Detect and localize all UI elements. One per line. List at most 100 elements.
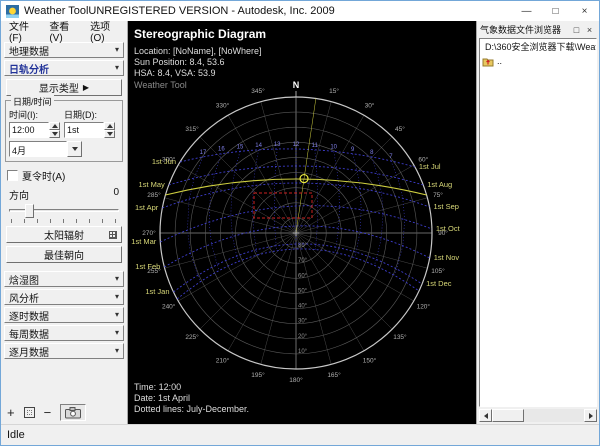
azimuth-line (200, 233, 296, 329)
minimize-button[interactable]: — (512, 1, 541, 21)
chevron-down-icon: ▾ (115, 275, 119, 283)
hour-label: 13 (274, 142, 281, 148)
menu-item[interactable]: 查看(V) (44, 16, 85, 46)
azimuth-label: 105° (431, 267, 445, 275)
arrow-right-icon (589, 413, 593, 419)
sidebar-section-sun-path[interactable]: 日轨分析 ▾ (4, 60, 124, 76)
orientation-value: 0 (113, 187, 119, 202)
scrollbar-thumb[interactable] (492, 409, 524, 422)
file-tree: D:\360安全浏览器下载\Weathe.. (479, 38, 597, 407)
scroll-left-button[interactable] (479, 409, 492, 422)
grid-icon (109, 231, 117, 239)
month-select[interactable]: 4月 (9, 141, 119, 157)
folder-up-icon (482, 55, 494, 67)
azimuth-label: 315° (185, 125, 199, 133)
azimuth-label: 210° (216, 356, 230, 364)
azimuth-label: 150° (363, 356, 377, 364)
collapsed-sections: 焓湿图 ▾ 风分析 ▾ 逐时数据▾ 每周数据▾ 逐月数据▾ (4, 271, 124, 359)
date-down-button[interactable] (104, 130, 115, 138)
orientation-slider-thumb[interactable] (25, 204, 34, 218)
camera-button[interactable] (60, 404, 86, 421)
date-label-left: 1st Feb (135, 262, 160, 271)
sidebar: 文件(F)查看(V)选项(O) 地理数据 ▾ 日轨分析 ▾ 显示类型 ▶ 日期/… (1, 21, 128, 424)
time-up-button[interactable] (49, 122, 60, 130)
solar-radiation-button[interactable]: 太阳辐射 (6, 226, 122, 243)
solar-radiation-label: 太阳辐射 (44, 227, 84, 242)
chevron-down-icon: ▾ (115, 46, 119, 54)
menu-item[interactable]: 选项(O) (85, 16, 127, 46)
section-label: 焓湿图 (9, 272, 39, 287)
orientation-slider[interactable] (9, 203, 119, 219)
maximize-button[interactable]: □ (541, 1, 570, 21)
diagram-footer: Time: 12:00Date: 1st AprilDotted lines: … (134, 382, 249, 415)
month-value: 4月 (9, 141, 67, 157)
dst-checkbox-row[interactable]: 夏令时(A) (7, 168, 122, 183)
hour-line (209, 154, 221, 271)
dst-checkbox[interactable] (7, 170, 18, 181)
azimuth-label: 345° (251, 87, 265, 95)
sidebar-section[interactable]: 每周数据▾ (4, 325, 124, 341)
datetime-group-title: 日期/时间 (11, 95, 54, 108)
tree-item-label: D:\360安全浏览器下载\Weathe (485, 40, 597, 53)
azimuth-line (296, 233, 331, 364)
sidebar-section[interactable]: 焓湿图 ▾ (4, 271, 124, 287)
azimuth-line (296, 198, 427, 233)
menu-bar: 文件(F)查看(V)选项(O) (1, 21, 127, 40)
arrow-left-icon (484, 413, 488, 419)
sidebar-section[interactable]: 逐月数据▾ (4, 343, 124, 359)
chevron-down-icon: ▾ (115, 329, 119, 337)
date-label-right: 1st Aug (427, 180, 452, 189)
altitude-label: 40° (298, 304, 308, 310)
date-up-button[interactable] (104, 122, 115, 130)
diagram-title: Stereographic Diagram (134, 27, 266, 41)
azimuth-line (296, 233, 392, 329)
azimuth-label: 225° (185, 333, 199, 341)
tree-item[interactable]: .. (480, 54, 596, 68)
time-down-button[interactable] (49, 130, 60, 138)
close-button[interactable]: × (570, 1, 599, 21)
panel-close-button[interactable]: × (583, 25, 596, 35)
panel-header: 气象数据文件浏览器 □ × (477, 21, 599, 38)
time-value[interactable]: 12:00 (9, 122, 49, 138)
diagram-footer-line: Time: 12:00 (134, 382, 249, 393)
sidebar-section[interactable]: 逐时数据▾ (4, 307, 124, 323)
date-value[interactable]: 1st (64, 122, 104, 138)
azimuth-label: 15° (329, 87, 339, 95)
best-orientation-button[interactable]: 最佳朝向 (6, 246, 122, 263)
menu-item[interactable]: 文件(F) (4, 16, 44, 46)
scrollbar-track[interactable] (492, 409, 584, 422)
status-text: Idle (7, 429, 25, 441)
camera-icon (65, 407, 81, 419)
datetime-group: 日期/时间 时间(I): 日期(D): 12:00 1st (5, 100, 123, 162)
sidebar-section[interactable]: 风分析 ▾ (4, 289, 124, 305)
hour-label: 11 (312, 143, 319, 149)
zoom-out-button[interactable]: − (44, 406, 52, 419)
zoom-toolbar: + − (7, 404, 86, 421)
diagram-footer-line: Date: 1st April (134, 393, 249, 404)
azimuth-label: 30° (365, 102, 375, 110)
hour-label: 17 (200, 150, 207, 156)
tree-item-label: .. (497, 56, 502, 66)
section-label: 日轨分析 (9, 61, 49, 76)
altitude-label: 10° (298, 349, 308, 355)
display-type-button[interactable]: 显示类型 ▶ (6, 79, 122, 96)
chevron-down-icon: ▾ (115, 293, 119, 301)
scroll-right-button[interactable] (584, 409, 597, 422)
altitude-label: 20° (298, 334, 308, 340)
fit-view-button[interactable] (24, 407, 35, 418)
diagram-footer-line: Dotted lines: July-December. (134, 404, 249, 415)
panel-dock-button[interactable]: □ (570, 25, 583, 35)
zoom-in-button[interactable]: + (7, 406, 15, 419)
diagram-hsa-vsa: HSA: 8.4, VSA: 53.9 (134, 68, 216, 78)
chevron-down-icon: ▾ (115, 64, 119, 72)
dropdown-button[interactable] (67, 141, 82, 157)
section-label: 风分析 (9, 290, 39, 305)
panel-title: 气象数据文件浏览器 (480, 23, 570, 36)
time-stepper[interactable]: 12:00 (9, 122, 60, 138)
horizontal-scrollbar[interactable] (479, 409, 597, 422)
date-stepper[interactable]: 1st (64, 122, 115, 138)
tree-item[interactable]: D:\360安全浏览器下载\Weathe (480, 39, 596, 54)
azimuth-line (165, 233, 296, 268)
time-label: 时间(I): (9, 108, 64, 121)
slider-ticks (11, 219, 117, 223)
